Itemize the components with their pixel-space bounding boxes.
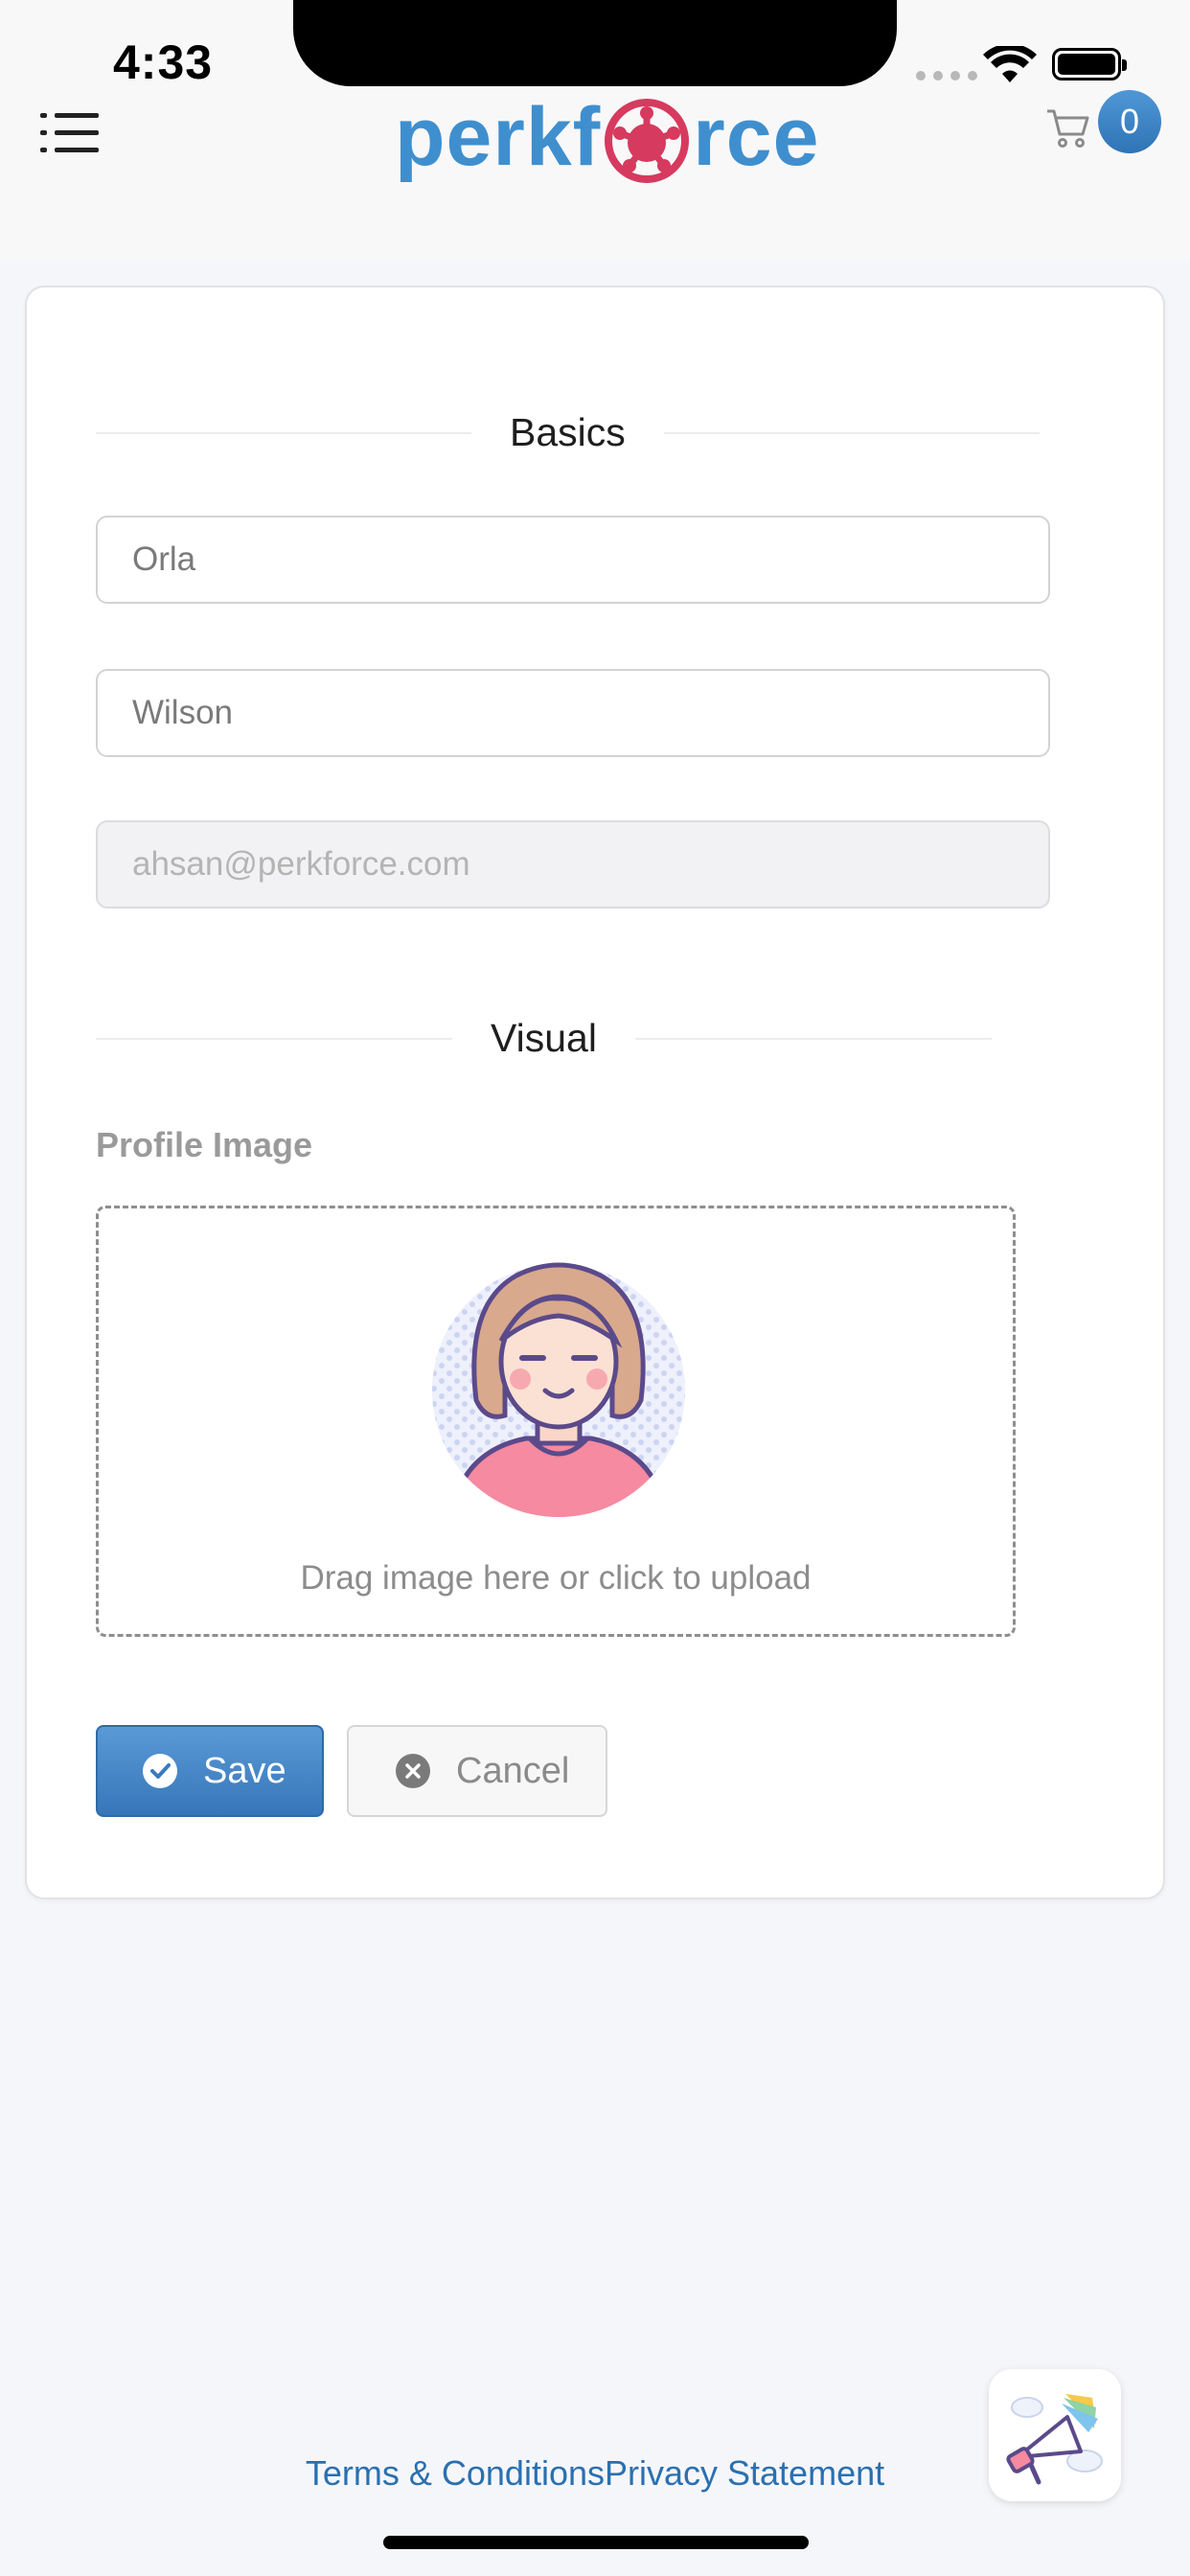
save-button[interactable]: Save: [96, 1725, 324, 1817]
privacy-link[interactable]: Privacy Statement: [605, 2453, 884, 2493]
status-bar: 4:33: [0, 0, 1190, 96]
hamburger-menu-icon[interactable]: [40, 109, 100, 159]
email-field: ahsan@perkforce.com: [96, 820, 1050, 908]
profile-form-card: Basics Orla Wilson ahsan@perkforce.com V…: [25, 286, 1165, 1899]
last-name-value: Wilson: [132, 694, 234, 731]
app-header: perkf rce 0: [0, 90, 1190, 259]
close-circle-icon: [396, 1754, 430, 1788]
first-name-value: Orla: [132, 540, 196, 578]
first-name-input[interactable]: Orla: [96, 516, 1050, 604]
wifi-icon: [983, 46, 1037, 82]
check-circle-icon: [143, 1754, 177, 1788]
device-notch: [293, 0, 897, 86]
last-name-input[interactable]: Wilson: [96, 669, 1050, 757]
image-upload-dropzone[interactable]: Drag image here or click to upload: [96, 1206, 1016, 1637]
cellular-signal-icon: [916, 71, 977, 80]
logo-text-right: rce: [693, 90, 820, 183]
profile-image-label: Profile Image: [96, 1125, 313, 1164]
basics-title: Basics: [510, 410, 626, 454]
visual-title: Visual: [491, 1016, 597, 1060]
cancel-button[interactable]: Cancel: [347, 1725, 607, 1817]
avatar-placeholder-icon: [432, 1262, 685, 1517]
cancel-button-label: Cancel: [456, 1750, 570, 1791]
logo-star-icon: [605, 99, 690, 183]
save-button-label: Save: [203, 1750, 286, 1791]
announcement-button[interactable]: [989, 2369, 1121, 2501]
terms-link[interactable]: Terms & Conditions: [306, 2453, 605, 2493]
logo-text-left: perkf: [395, 90, 602, 183]
email-value: ahsan@perkforce.com: [132, 845, 470, 883]
basics-section-header: Basics: [96, 410, 1050, 455]
dropzone-instruction: Drag image here or click to upload: [300, 1559, 812, 1597]
shopping-cart-icon[interactable]: [1044, 104, 1092, 151]
battery-icon: [1052, 48, 1127, 80]
perkforce-logo[interactable]: perkf rce: [395, 84, 819, 190]
cart-count-badge[interactable]: 0: [1098, 90, 1161, 153]
megaphone-icon: [1006, 2394, 1103, 2485]
visual-section-header: Visual: [96, 1016, 1016, 1061]
home-indicator: [383, 2536, 809, 2549]
status-time: 4:33: [113, 35, 214, 89]
